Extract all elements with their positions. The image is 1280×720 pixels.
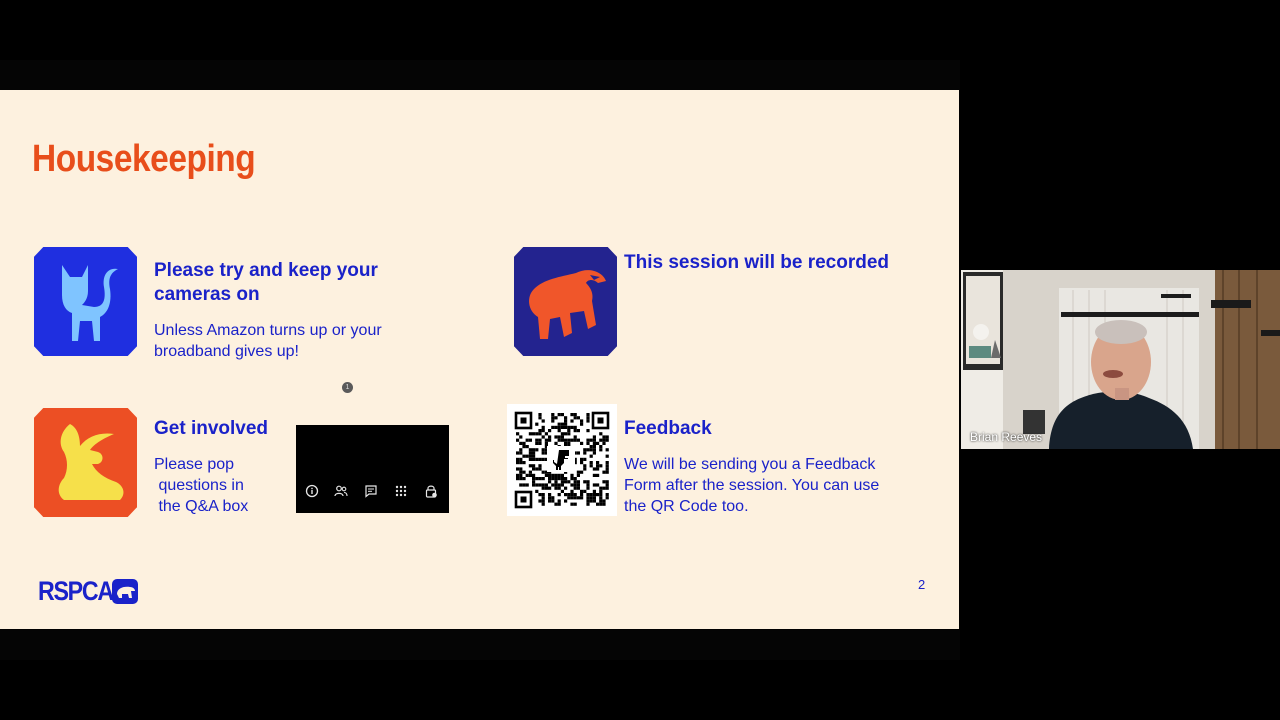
badger-badge-icon <box>514 247 617 356</box>
slide-title: Housekeeping <box>32 138 256 180</box>
lock-icon <box>424 484 438 498</box>
participants-count-badge: 1 <box>342 382 353 393</box>
section-feedback-heading: Feedback <box>624 418 712 439</box>
info-icon <box>305 484 319 498</box>
badger-logo-icon <box>112 579 138 604</box>
section-cameras-heading: Please try and keep your cameras on <box>154 260 378 305</box>
letterbox-top <box>0 60 960 90</box>
section-involved-body: Please pop questions in the Q&A box <box>154 456 249 515</box>
page-number: 2 <box>918 577 926 592</box>
feedback-qr-code <box>507 404 617 516</box>
rspca-logo: RSPCA <box>38 575 138 606</box>
apps-icon <box>394 484 408 498</box>
letterbox-bottom <box>0 630 960 660</box>
participant-video <box>961 270 1280 449</box>
logo-text: RSPCA <box>38 575 114 606</box>
hare-badge-icon <box>34 408 137 517</box>
chat-icon <box>364 484 378 498</box>
section-recorded-heading: This session will be recorded <box>624 252 890 273</box>
cat-badge-icon <box>34 247 137 356</box>
section-feedback-body: We will be sending you a Feedback Form a… <box>624 456 880 515</box>
participant-name-label: Brian Reeves <box>970 430 1043 444</box>
meeting-stage: Housekeeping Please try and keep your ca… <box>0 0 1280 720</box>
webinar-toolbar-image <box>296 425 449 513</box>
shared-slide: Housekeeping Please try and keep your ca… <box>0 90 959 629</box>
participants-icon <box>334 484 348 498</box>
section-cameras-body: Unless Amazon turns up or your broadband… <box>154 322 382 360</box>
section-involved-heading: Get involved <box>154 418 269 439</box>
